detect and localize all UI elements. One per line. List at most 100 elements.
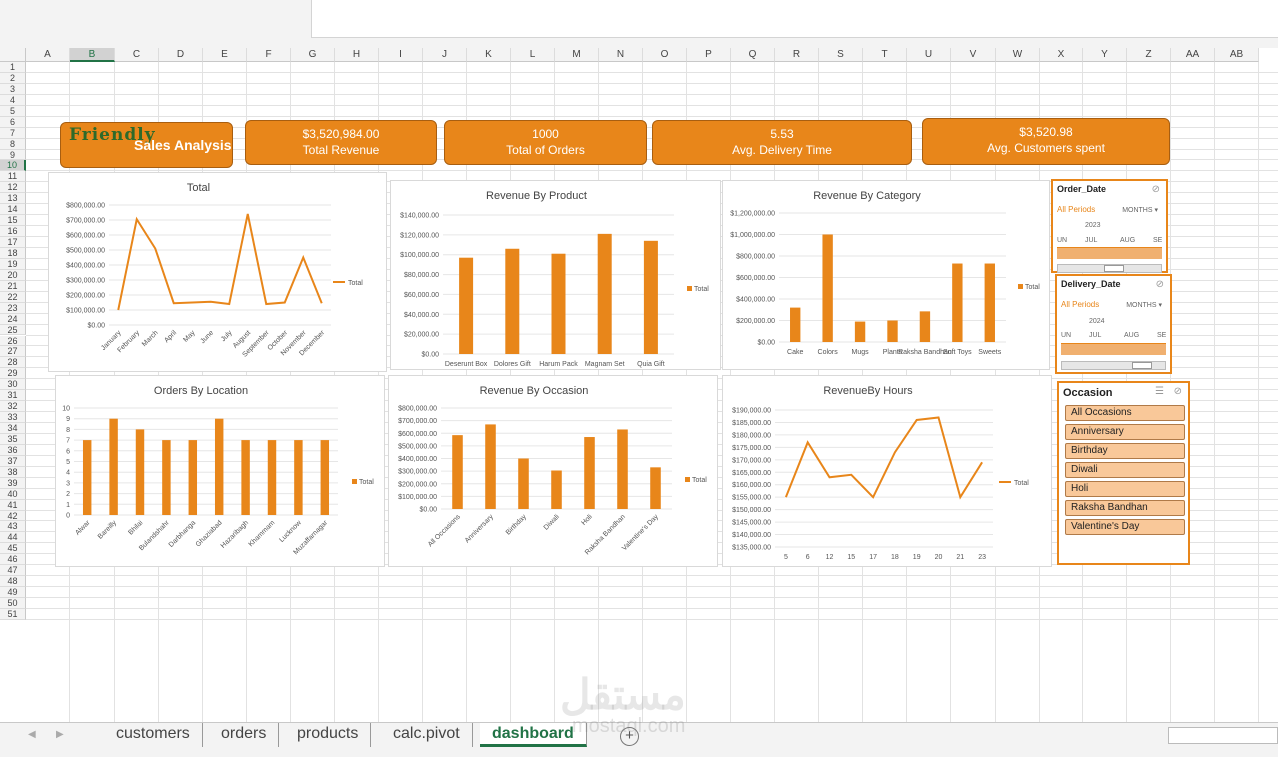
row-header[interactable]: 20	[0, 269, 26, 281]
row-header[interactable]: 26	[0, 335, 26, 347]
row-header[interactable]: 37	[0, 455, 26, 467]
slicer-item[interactable]: Raksha Bandhan	[1065, 500, 1185, 516]
column-header[interactable]: AA	[1171, 48, 1215, 62]
row-header[interactable]: 42	[0, 510, 26, 522]
row-header[interactable]: 51	[0, 609, 26, 620]
slicer-order-date[interactable]: Order_Date ⊘ All Periods MONTHS ▾ 2023 U…	[1051, 179, 1168, 273]
tab-orders[interactable]: orders	[209, 723, 280, 747]
column-header[interactable]: R	[775, 48, 819, 62]
row-header[interactable]: 4	[0, 94, 26, 106]
slicer-item[interactable]: All Occasions	[1065, 405, 1185, 421]
timeline-scrollbar[interactable]	[1061, 361, 1166, 370]
row-header[interactable]: 29	[0, 368, 26, 380]
row-header[interactable]: 12	[0, 182, 26, 194]
slicer-item[interactable]: Valentine's Day	[1065, 519, 1185, 535]
timeline-bar[interactable]	[1057, 247, 1162, 259]
row-header[interactable]: 30	[0, 379, 26, 391]
chart-revenue-by-product[interactable]: Revenue By Product $0.00 $20,000.00 $40,000…	[390, 180, 721, 370]
clear-filter-icon[interactable]: ⊘	[1156, 279, 1164, 290]
clear-filter-icon[interactable]: ⊘	[1174, 386, 1182, 397]
slicer-occasion[interactable]: Occasion ☰ ⊘ All Occasions Anniversary Bir…	[1057, 381, 1190, 565]
row-header[interactable]: 17	[0, 237, 26, 248]
column-header[interactable]: G	[291, 48, 335, 62]
row-header[interactable]: 24	[0, 313, 26, 325]
slicer-item[interactable]: Diwali	[1065, 462, 1185, 478]
row-header[interactable]: 28	[0, 357, 26, 369]
column-header[interactable]: C	[115, 48, 159, 62]
row-header[interactable]: 39	[0, 477, 26, 489]
column-header[interactable]: L	[511, 48, 555, 62]
row-header[interactable]: 48	[0, 576, 26, 588]
row-header[interactable]: 40	[0, 488, 26, 500]
column-header[interactable]: V	[951, 48, 996, 62]
tab-calc-pivot[interactable]: calc.pivot	[381, 723, 473, 747]
column-header[interactable]: I	[379, 48, 423, 62]
row-header[interactable]: 10	[0, 160, 26, 172]
row-header[interactable]: 7	[0, 127, 26, 139]
chart-orders-by-location[interactable]: Orders By Location 0 1 2 3 4 5 6 7 8 9 10 Alwar Barei…	[55, 375, 385, 567]
slicer-delivery-date[interactable]: Delivery_Date ⊘ All Periods MONTHS ▾ 202…	[1055, 274, 1172, 374]
scroll-tabs-right-icon[interactable]: ▶	[56, 729, 64, 740]
column-header[interactable]: A	[26, 48, 70, 62]
row-header[interactable]: 8	[0, 138, 26, 150]
scroll-tabs-left-icon[interactable]: ◀	[28, 729, 36, 740]
row-header[interactable]: 13	[0, 193, 26, 205]
column-header[interactable]: AB	[1215, 48, 1259, 62]
time-level-dropdown[interactable]: MONTHS ▾	[1126, 301, 1162, 309]
row-header[interactable]: 23	[0, 302, 26, 314]
chart-revenue-by-category[interactable]: Revenue By Category $0.00 $200,000.00 $400,…	[722, 180, 1050, 370]
tab-customers[interactable]: customers	[104, 723, 203, 747]
slicer-item[interactable]: Anniversary	[1065, 424, 1185, 440]
column-header[interactable]: N	[599, 48, 643, 62]
column-header[interactable]: S	[819, 48, 863, 62]
column-header[interactable]: B	[70, 48, 115, 62]
row-header[interactable]: 32	[0, 401, 26, 413]
chart-revenue-by-occasion[interactable]: Revenue By Occasion $0.00 $100,000.00 $200,…	[388, 375, 718, 567]
row-header[interactable]: 3	[0, 83, 26, 95]
row-header[interactable]: 21	[0, 280, 26, 292]
column-header[interactable]: W	[996, 48, 1040, 62]
row-header[interactable]: 47	[0, 565, 26, 577]
multi-select-icon[interactable]: ☰	[1155, 386, 1164, 397]
chart-revenue-by-hours[interactable]: RevenueBy Hours $135,000.00 $140,000.00 $14…	[722, 375, 1052, 567]
slicer-item[interactable]: Birthday	[1065, 443, 1185, 459]
chart-total[interactable]: Total $0.00 $100,000.00 $200,000.00 $300,000…	[48, 172, 387, 372]
row-header[interactable]: 18	[0, 247, 26, 259]
row-header[interactable]: 14	[0, 204, 26, 216]
row-header[interactable]: 22	[0, 291, 26, 303]
row-header[interactable]: 11	[0, 171, 26, 183]
row-header[interactable]: 25	[0, 324, 26, 336]
column-header[interactable]: J	[423, 48, 467, 62]
row-header[interactable]: 6	[0, 116, 26, 128]
column-header[interactable]: O	[643, 48, 687, 62]
row-header[interactable]: 45	[0, 543, 26, 555]
clear-filter-icon[interactable]: ⊘	[1152, 184, 1160, 195]
column-header[interactable]: X	[1040, 48, 1083, 62]
column-header[interactable]: K	[467, 48, 511, 62]
scroll-thumb[interactable]	[1104, 265, 1124, 272]
scroll-thumb[interactable]	[1132, 362, 1152, 369]
row-header[interactable]: 38	[0, 466, 26, 478]
timeline-scrollbar[interactable]	[1057, 264, 1162, 273]
select-all-corner[interactable]	[0, 48, 26, 62]
column-header[interactable]: M	[555, 48, 599, 62]
slicer-item[interactable]: Holi	[1065, 481, 1185, 497]
row-header[interactable]: 41	[0, 499, 26, 511]
tab-dashboard[interactable]: dashboard	[480, 723, 587, 747]
row-header[interactable]: 44	[0, 532, 26, 544]
column-header[interactable]: P	[687, 48, 731, 62]
time-level-dropdown[interactable]: MONTHS ▾	[1122, 206, 1158, 214]
row-header[interactable]: 36	[0, 444, 26, 456]
row-header[interactable]: 46	[0, 554, 26, 566]
row-header[interactable]: 9	[0, 149, 26, 161]
column-header[interactable]: Y	[1083, 48, 1127, 62]
row-header[interactable]: 5	[0, 105, 26, 117]
column-header[interactable]: Q	[731, 48, 775, 62]
row-header[interactable]: 50	[0, 598, 26, 609]
column-header[interactable]: U	[907, 48, 951, 62]
column-header[interactable]: D	[159, 48, 203, 62]
row-header[interactable]: 35	[0, 433, 26, 445]
column-header[interactable]: Z	[1127, 48, 1171, 62]
row-header[interactable]: 16	[0, 226, 26, 238]
row-header[interactable]: 1	[0, 62, 26, 73]
